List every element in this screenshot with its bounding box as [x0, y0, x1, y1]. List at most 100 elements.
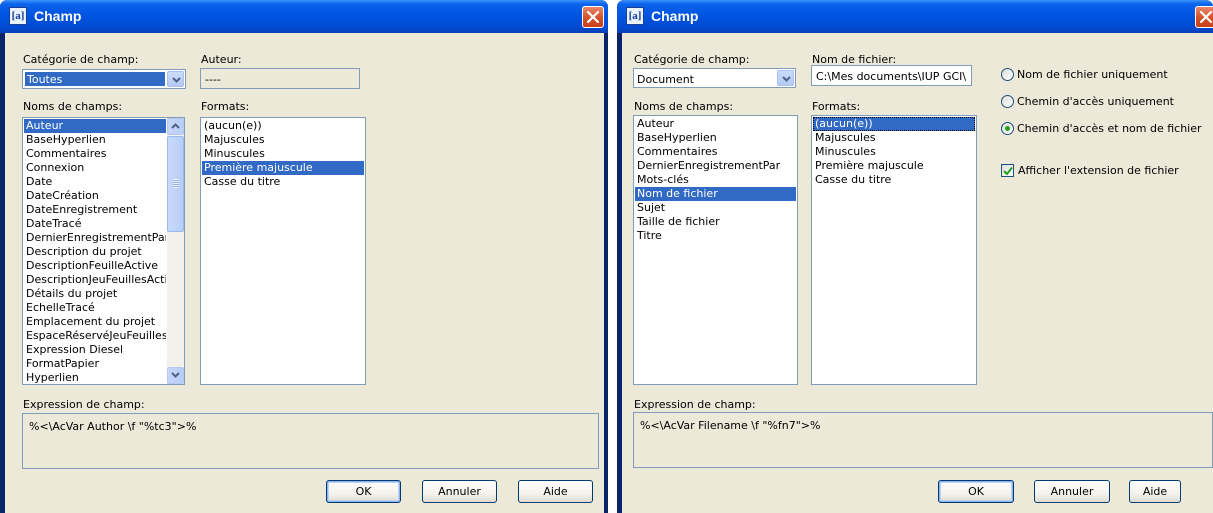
list-item[interactable]: DateCréation	[24, 189, 166, 203]
radio-circle[interactable]	[1001, 95, 1014, 108]
radio-label: Chemin d'accès et nom de fichier	[1017, 122, 1202, 135]
list-item[interactable]: Auteur	[635, 117, 796, 131]
checkbox-box[interactable]	[1001, 164, 1014, 177]
list-item[interactable]: Connexion	[24, 161, 166, 175]
expression-value: %<\AcVar Filename \f "%fn7">%	[640, 419, 821, 432]
window-title: Champ	[34, 8, 82, 24]
list-item[interactable]: DescriptionJeuFeuillesActif	[24, 273, 166, 287]
checkbox-label: Afficher l'extension de fichier	[1018, 164, 1179, 177]
list-item[interactable]: EchelleTracé	[24, 301, 166, 315]
list-item[interactable]: BaseHyperlien	[24, 133, 166, 147]
list-item[interactable]: Minuscules	[202, 147, 364, 161]
dialog-body: Catégorie de champ: Toutes Auteur: ---- …	[4, 33, 604, 513]
list-item[interactable]: Expression Diesel	[24, 343, 166, 357]
field-names-list[interactable]: Auteur BaseHyperlien Commentaires Connexion…	[22, 117, 185, 385]
field-names-list[interactable]: Auteur BaseHyperlien Commentaires DernierEn…	[633, 115, 798, 385]
field-app-icon: [a]	[9, 7, 27, 25]
field-dialog-left: [a] Champ Catégorie de champ: Toutes Aut…	[0, 0, 608, 513]
radio-selected-dot	[1005, 126, 1010, 131]
scroll-grip	[173, 179, 179, 188]
scroll-down-arrow-icon	[171, 372, 180, 378]
scroll-down-button[interactable]	[167, 367, 184, 384]
list-item[interactable]: DateEnregistrement	[24, 203, 166, 217]
close-x-icon	[587, 11, 599, 23]
category-label: Catégorie de champ:	[23, 53, 139, 66]
ok-button[interactable]: OK	[938, 480, 1014, 503]
close-button[interactable]	[582, 6, 604, 28]
radio-label: Nom de fichier uniquement	[1017, 68, 1168, 81]
scroll-up-button[interactable]	[167, 118, 184, 135]
list-item[interactable]: Hyperlien	[24, 371, 166, 384]
category-label: Catégorie de champ:	[634, 53, 750, 66]
list-item[interactable]: Casse du titre	[813, 173, 975, 187]
author-value: ----	[205, 73, 221, 86]
window-title: Champ	[651, 8, 699, 24]
list-item[interactable]: Casse du titre	[202, 175, 364, 189]
list-item[interactable]: Taille de fichier	[635, 215, 796, 229]
close-button[interactable]	[1195, 6, 1213, 28]
filename-value: C:\Mes documents\IUP GCI\	[816, 70, 967, 83]
formats-list[interactable]: (aucun(e)) Majuscules Minuscules Première m…	[200, 117, 366, 385]
list-item[interactable]: Détails du projet	[24, 287, 166, 301]
category-dropdown[interactable]: Document	[633, 68, 796, 88]
formats-list[interactable]: (aucun(e)) Majuscules Minuscules Première m…	[811, 115, 977, 385]
dropdown-button[interactable]	[777, 70, 794, 86]
list-item[interactable]: DateTracé	[24, 217, 166, 231]
list-item[interactable]: Auteur	[24, 119, 166, 133]
expression-field[interactable]: %<\AcVar Author \f "%tc3">%	[22, 413, 599, 469]
field-app-icon: [a]	[626, 7, 644, 25]
list-item[interactable]: DescriptionFeuilleActive	[24, 259, 166, 273]
radio-label: Chemin d'accès uniquement	[1017, 95, 1174, 108]
list-item[interactable]: DernierEnregistrementPar	[635, 159, 796, 173]
list-item[interactable]: Minuscules	[813, 145, 975, 159]
list-item[interactable]: DernierEnregistrementPar	[24, 231, 166, 245]
chevron-down-icon	[782, 76, 791, 82]
field-list-scrollbar[interactable]	[167, 118, 184, 384]
field-dialog-right: [a] Champ Catégorie de champ: Document N…	[617, 0, 1213, 513]
field-names-label: Noms de champs:	[23, 100, 123, 113]
field-names-label: Noms de champs:	[634, 100, 734, 113]
list-item[interactable]: Majuscules	[813, 131, 975, 145]
help-button[interactable]: Aide	[518, 480, 593, 503]
expression-label: Expression de champ:	[23, 398, 145, 411]
checkmark-icon	[1003, 166, 1013, 176]
author-label: Auteur:	[201, 53, 242, 66]
list-item[interactable]: (aucun(e))	[202, 119, 364, 133]
expression-field[interactable]: %<\AcVar Filename \f "%fn7">%	[633, 412, 1213, 468]
dialog-body: Catégorie de champ: Document Nom de fich…	[621, 33, 1213, 513]
radio-circle[interactable]	[1001, 122, 1014, 135]
title-bar[interactable]: [a] Champ	[617, 0, 1213, 33]
list-item[interactable]: Commentaires	[635, 145, 796, 159]
list-item[interactable]: Nom de fichier	[635, 187, 796, 201]
filename-field[interactable]: C:\Mes documents\IUP GCI\	[811, 65, 972, 86]
scroll-thumb[interactable]	[167, 136, 184, 232]
list-item[interactable]: Mots-clés	[635, 173, 796, 187]
list-item[interactable]: FormatPapier	[24, 357, 166, 371]
cancel-button[interactable]: Annuler	[1034, 480, 1110, 503]
list-item[interactable]: Première majuscule	[202, 161, 364, 175]
help-button[interactable]: Aide	[1129, 480, 1181, 503]
ok-button[interactable]: OK	[326, 480, 401, 503]
list-item[interactable]: EspaceRéservéJeuFeuilles	[24, 329, 166, 343]
list-item[interactable]: Commentaires	[24, 147, 166, 161]
title-bar[interactable]: [a] Champ	[0, 0, 608, 33]
expression-value: %<\AcVar Author \f "%tc3">%	[29, 420, 197, 433]
list-item[interactable]: Première majuscule	[813, 159, 975, 173]
category-value: Document	[637, 73, 694, 86]
chevron-down-icon	[172, 77, 181, 83]
list-item[interactable]: Majuscules	[202, 133, 364, 147]
expression-label: Expression de champ:	[634, 398, 756, 411]
list-item[interactable]: Date	[24, 175, 166, 189]
list-item[interactable]: Emplacement du projet	[24, 315, 166, 329]
radio-circle[interactable]	[1001, 68, 1014, 81]
dropdown-button[interactable]	[167, 71, 184, 87]
category-dropdown[interactable]: Toutes	[22, 69, 186, 89]
cancel-button[interactable]: Annuler	[422, 480, 497, 503]
list-item[interactable]: (aucun(e))	[813, 117, 975, 131]
list-item[interactable]: Description du projet	[24, 245, 166, 259]
formats-label: Formats:	[201, 100, 250, 113]
list-item[interactable]: Sujet	[635, 201, 796, 215]
close-x-icon	[1200, 11, 1212, 23]
list-item[interactable]: Titre	[635, 229, 796, 243]
list-item[interactable]: BaseHyperlien	[635, 131, 796, 145]
